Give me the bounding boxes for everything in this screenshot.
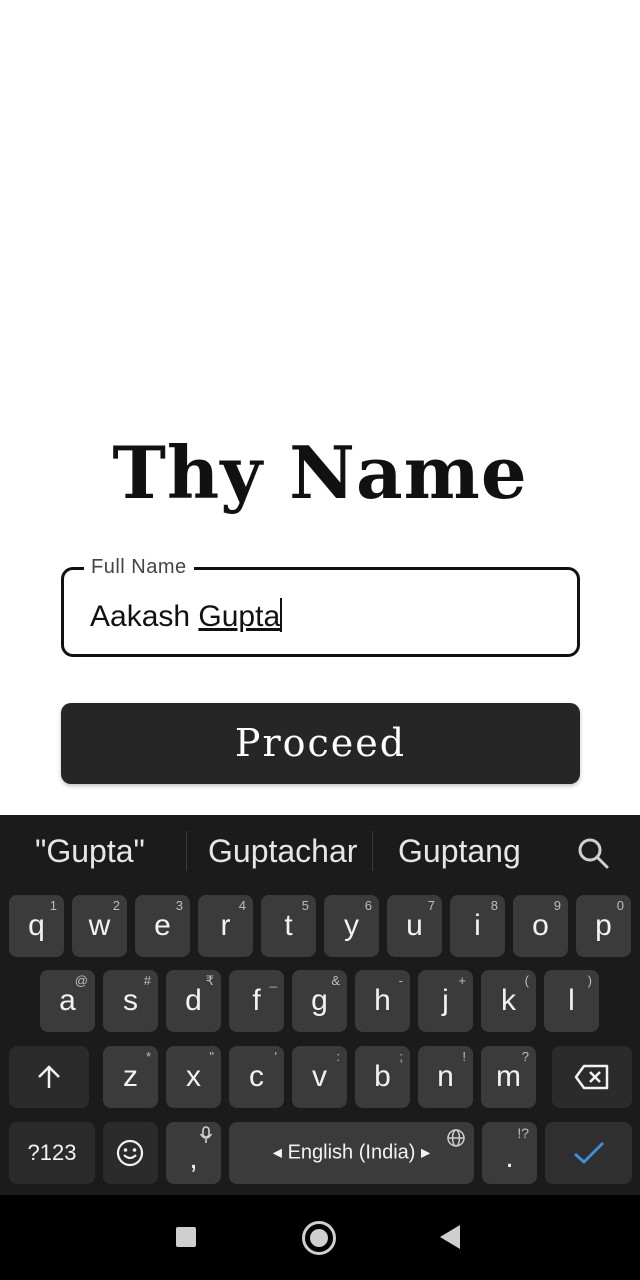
- backspace-key[interactable]: [552, 1046, 632, 1108]
- key-y[interactable]: 6y: [324, 895, 379, 957]
- key-label: y: [344, 909, 359, 942]
- shift-arrow-icon: [38, 1065, 60, 1088]
- suggestion-1[interactable]: "Gupta": [35, 833, 145, 870]
- home-icon[interactable]: [302, 1221, 336, 1255]
- key-label: q: [28, 909, 45, 942]
- back-icon[interactable]: [440, 1225, 460, 1249]
- key-l[interactable]: ) l: [544, 970, 599, 1032]
- page-title: Thy Name: [112, 430, 528, 515]
- key-label: k: [501, 984, 516, 1017]
- proceed-button[interactable]: Proceed: [61, 703, 580, 784]
- key-label: g: [311, 984, 328, 1017]
- key-label: b: [374, 1060, 391, 1093]
- key-label: x: [186, 1060, 201, 1093]
- key-label: z: [123, 1060, 138, 1093]
- key-x[interactable]: " x: [166, 1046, 221, 1108]
- key-d[interactable]: ₹ d: [166, 970, 221, 1032]
- space-key[interactable]: ◀ English (India) ▶: [229, 1122, 474, 1184]
- chevron-left-icon: ◀: [272, 1145, 283, 1160]
- key-e[interactable]: 3e: [135, 895, 190, 957]
- full-name-field[interactable]: Full Name Aakash Gupta: [61, 556, 580, 657]
- key-t[interactable]: 5t: [261, 895, 316, 957]
- suggestion-2[interactable]: Guptachar: [208, 833, 357, 870]
- comma-key[interactable]: ,: [166, 1122, 221, 1184]
- key-u[interactable]: 7u: [387, 895, 442, 957]
- key-label: i: [474, 909, 481, 942]
- key-label: s: [123, 984, 138, 1017]
- key-h[interactable]: -h: [355, 970, 410, 1032]
- key-k[interactable]: (k: [481, 970, 536, 1032]
- key-v[interactable]: :v: [292, 1046, 347, 1108]
- shift-key[interactable]: [9, 1046, 89, 1108]
- key-a[interactable]: @ a: [40, 970, 95, 1032]
- period-key[interactable]: !? .: [482, 1122, 537, 1184]
- key-label: h: [374, 984, 391, 1017]
- key-s[interactable]: # s: [103, 970, 158, 1032]
- key-label: r: [220, 909, 231, 942]
- key-label: m: [496, 1060, 521, 1093]
- key-r[interactable]: 4r: [198, 895, 253, 957]
- key-w[interactable]: 2w: [72, 895, 127, 957]
- emoji-icon: [116, 1139, 144, 1167]
- key-label: e: [154, 909, 171, 942]
- key-label: p: [595, 909, 612, 942]
- key-label: l: [568, 984, 575, 1017]
- emoji-key[interactable]: [103, 1122, 158, 1184]
- enter-key[interactable]: [545, 1122, 632, 1184]
- key-j[interactable]: + j: [418, 970, 473, 1032]
- key-label: d: [185, 984, 202, 1017]
- suggestion-divider: [186, 831, 187, 871]
- full-name-label: Full Name: [84, 556, 194, 579]
- key-label: a: [59, 984, 76, 1017]
- key-label: u: [406, 909, 423, 942]
- key-n[interactable]: ! n: [418, 1046, 473, 1108]
- key-label: f: [252, 984, 261, 1017]
- key-label: t: [284, 909, 293, 942]
- full-name-input[interactable]: Aakash Gupta: [90, 598, 283, 634]
- key-c[interactable]: ' c: [229, 1046, 284, 1108]
- suggestion-3[interactable]: Guptang: [398, 833, 521, 870]
- text-caret: [280, 598, 283, 632]
- key-label: n: [437, 1060, 454, 1093]
- key-m[interactable]: ? m: [481, 1046, 536, 1108]
- key-label: c: [249, 1060, 264, 1093]
- key-label: w: [88, 909, 111, 942]
- system-navigation-bar: [0, 1195, 640, 1280]
- symbols-key[interactable]: ?123: [9, 1122, 95, 1184]
- recents-icon[interactable]: [176, 1227, 196, 1247]
- soft-keyboard: "Gupta" Guptachar Guptang 1q2w3e4r5t6y7u…: [0, 815, 640, 1195]
- globe-icon: [447, 1129, 465, 1147]
- full-name-value-composing: Gupta: [198, 600, 281, 633]
- suggestion-divider: [372, 831, 373, 871]
- key-o[interactable]: 9o: [513, 895, 568, 957]
- key-i[interactable]: 8i: [450, 895, 505, 957]
- checkmark-icon: [574, 1141, 605, 1165]
- key-p[interactable]: 0p: [576, 895, 631, 957]
- search-icon[interactable]: [575, 835, 611, 871]
- key-label: v: [312, 1060, 327, 1093]
- full-name-value-first: Aakash: [90, 600, 199, 633]
- key-g[interactable]: & g: [292, 970, 347, 1032]
- key-z[interactable]: * z: [103, 1046, 158, 1108]
- chevron-right-icon: ▶: [420, 1145, 431, 1160]
- suggestion-strip: "Gupta" Guptachar Guptang: [0, 815, 640, 887]
- key-label: o: [532, 909, 549, 942]
- key-label: j: [442, 984, 449, 1017]
- backspace-icon: [574, 1064, 609, 1090]
- key-q[interactable]: 1q: [9, 895, 64, 957]
- key-f[interactable]: _ f: [229, 970, 284, 1032]
- key-b[interactable]: ; b: [355, 1046, 410, 1108]
